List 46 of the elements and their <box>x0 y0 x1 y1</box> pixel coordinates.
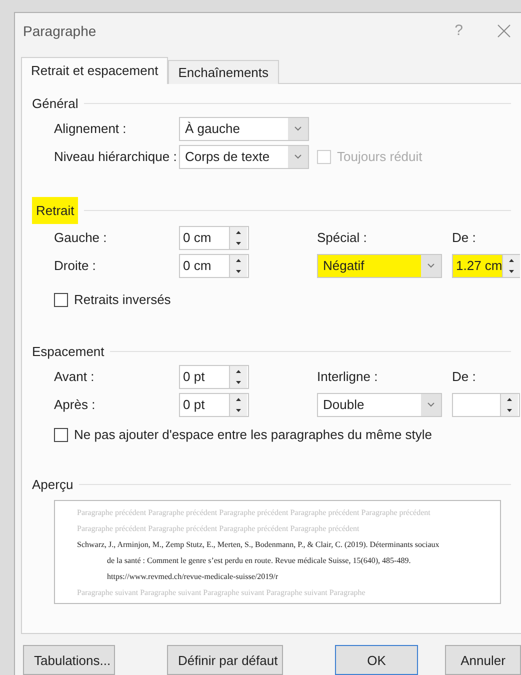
spinner-field[interactable] <box>452 392 520 417</box>
section-heading: Aperçu <box>32 476 74 492</box>
spinner-arrows-icon[interactable] <box>229 254 248 277</box>
preview-line: de la santé : Comment le genre s’est perdu en route. Revue médicale Suisse, 15(640), 485-489. <box>106 554 412 567</box>
close-icon[interactable] <box>497 24 511 38</box>
field-label: Gauche : <box>54 230 108 246</box>
spinner-field[interactable]: 0 pt <box>179 392 249 417</box>
field-label: Avant : <box>54 369 96 384</box>
field-label: Après : <box>54 397 96 412</box>
section-heading: Espacement <box>32 344 104 359</box>
preview-line: Paragraphe suivant Paragraphe suivant Paragraphe suivant Paragraphe suivant Paragraphe <box>77 586 366 599</box>
window-title: Paragraphe <box>23 22 98 39</box>
tab[interactable]: Retrait et espacement <box>21 56 168 84</box>
spinner-arrows-icon[interactable] <box>229 226 248 249</box>
preview-line: Paragraphe précédent Paragraphe précédent Paragraphe précédent Paragraphe précédent <box>77 522 360 535</box>
field-label: De : <box>452 230 477 246</box>
checkbox[interactable]: Retraits inversés <box>54 292 171 308</box>
dialog-button[interactable]: Tabulations... <box>23 645 115 675</box>
preview-line: Schwarz, J., Arminjon, M., Zemp Stutz, E., Merten, S., Bodenmann, P., & Clair, C. (2019). Déterminants sociaux <box>77 538 440 551</box>
dialog-button[interactable]: Annuler <box>445 645 521 675</box>
spinner-arrows-icon[interactable] <box>502 254 520 277</box>
section-heading: Retrait <box>32 196 78 224</box>
checkbox[interactable]: Ne pas ajouter d'espace entre les paragraphes du même style <box>54 426 432 443</box>
spinner-field[interactable]: 0 cm <box>179 226 249 250</box>
spinner-field[interactable]: 0 cm <box>179 254 249 278</box>
spinner-arrows-icon[interactable] <box>500 394 519 416</box>
spinner-arrows-icon[interactable] <box>229 394 248 416</box>
alignment-dropdown[interactable]: À gauche <box>179 116 309 141</box>
field-label: Droite : <box>54 258 97 274</box>
spinner-arrows-icon[interactable] <box>229 366 248 388</box>
field-label: Alignement : <box>54 121 128 136</box>
special-dropdown[interactable]: Négatif <box>317 254 442 278</box>
field-label: Niveau hiérarchique : <box>54 149 178 164</box>
dialog-button[interactable]: OK <box>335 645 418 675</box>
section-heading: Général <box>32 96 78 111</box>
field-label: Interligne : <box>317 369 379 384</box>
level-dropdown[interactable]: Corps de texte <box>179 144 309 169</box>
field-label: Spécial : <box>317 230 368 246</box>
spinner-field[interactable]: 1.27 cm <box>452 254 520 278</box>
preview-line: Paragraphe précédent Paragraphe précédent Paragraphe précédent Paragraphe précédent Paragraphe précédent <box>77 506 432 519</box>
field-label: De : <box>452 369 477 384</box>
preview-line: https://www.revmed.ch/revue-medicale-suisse/2019/r <box>106 570 279 583</box>
line-spacing-dropdown[interactable]: Double <box>317 392 442 417</box>
spinner-field[interactable]: 0 pt <box>179 364 249 389</box>
dialog-button[interactable]: Définir par défaut <box>167 645 283 675</box>
tab[interactable]: Enchaînements <box>168 60 279 84</box>
